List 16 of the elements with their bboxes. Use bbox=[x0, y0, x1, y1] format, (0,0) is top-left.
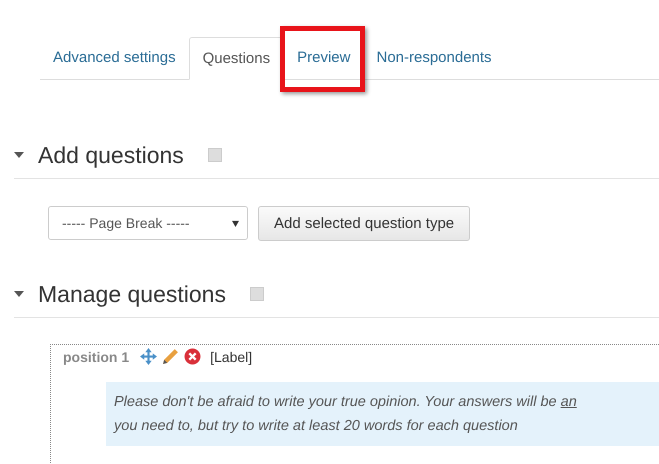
pencil-icon[interactable] bbox=[162, 348, 180, 365]
tab[interactable]: Preview bbox=[284, 37, 364, 79]
move-icon[interactable] bbox=[140, 348, 158, 365]
question-type-select[interactable]: ----- Page Break ----- bbox=[48, 206, 248, 240]
tab[interactable]: Non-respondents bbox=[363, 37, 505, 79]
question-text: Please don't be afraid to write your true opinion. Your answers will be an you need to, but try to write at least 20 words for each question bbox=[114, 393, 578, 436]
add-question-button[interactable]: Add selected question type bbox=[258, 206, 470, 241]
position-label: position 1 bbox=[63, 348, 130, 364]
question-type: [Label] bbox=[210, 348, 252, 364]
section-title: Add questions bbox=[38, 142, 184, 168]
caret-icon[interactable] bbox=[14, 291, 24, 297]
caret-icon[interactable] bbox=[14, 152, 24, 158]
section-title: Manage questions bbox=[38, 280, 226, 308]
tab[interactable]: Advanced settings bbox=[40, 37, 189, 79]
dropdown-arrow-icon bbox=[232, 220, 239, 226]
delete-icon[interactable] bbox=[184, 348, 202, 365]
